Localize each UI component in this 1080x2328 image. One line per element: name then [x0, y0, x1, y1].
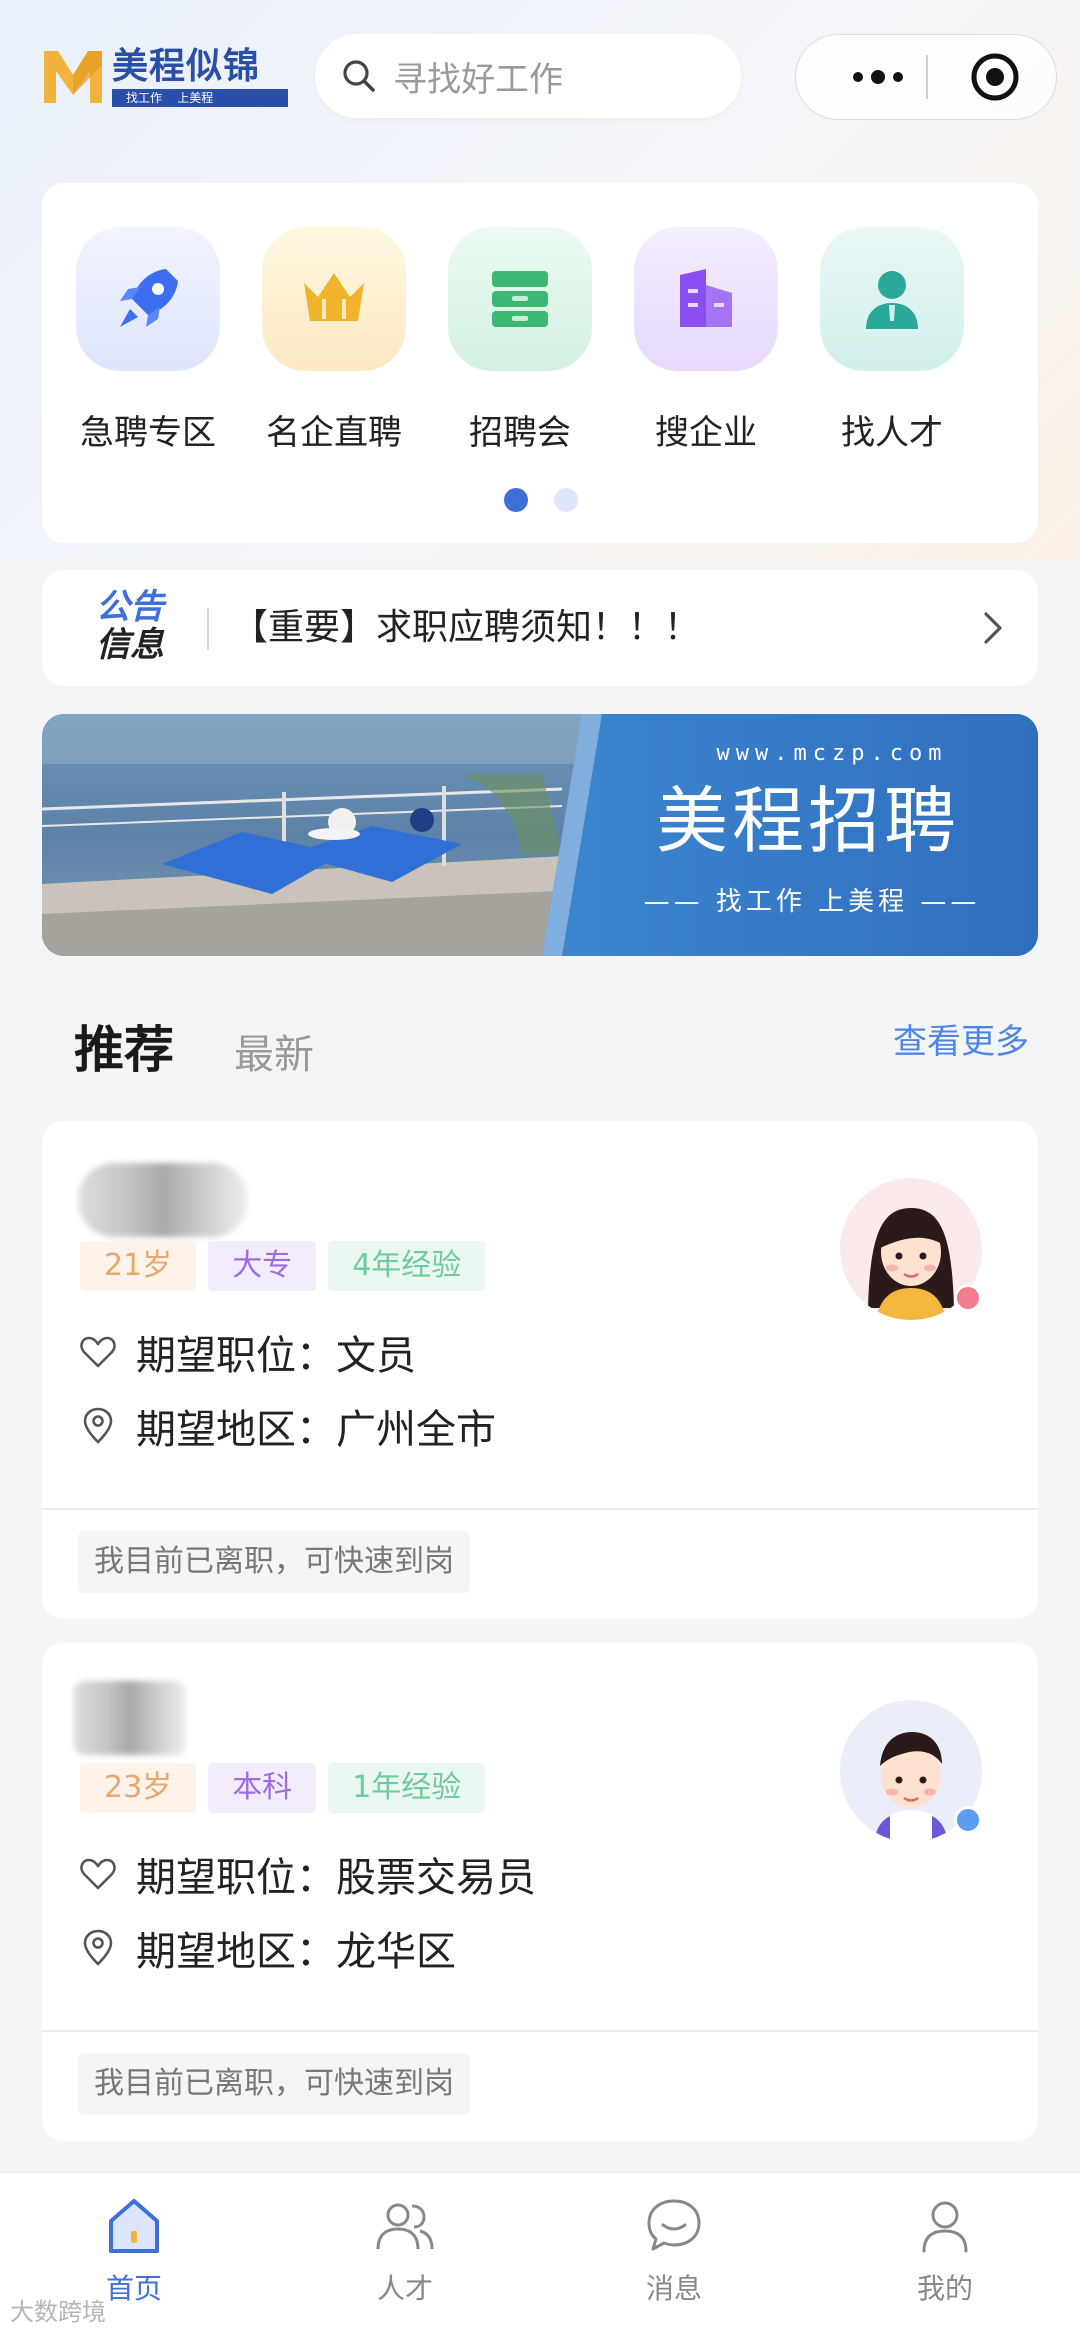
card-divider [42, 1508, 1038, 1510]
promo-banner[interactable]: www.mczp.com 美程招聘 —— 找工作 上美程 —— [42, 714, 1038, 956]
watermark: 大数跨境 [10, 2298, 106, 2326]
category-card: 急聘专区 名企直聘 招聘会 搜企业 找人才 [42, 183, 1038, 543]
region-label: 期望地区： [136, 1929, 336, 1975]
position-label: 期望职位： [136, 1855, 336, 1901]
building-icon [634, 227, 778, 371]
experience-tag: 4年经验 [328, 1241, 486, 1291]
notice-badge: 公告 信息 [96, 588, 180, 668]
category-urgent-hiring[interactable]: 急聘专区 [68, 227, 228, 454]
candidate-name-blurred [78, 1163, 248, 1237]
search-placeholder: 寻找好工作 [393, 59, 563, 100]
crown-icon [262, 227, 406, 371]
candidate-tags: 21岁 大专 4年经验 [80, 1241, 486, 1291]
notice-bar[interactable]: 公告 信息 【重要】求职应聘须知！！！ [42, 570, 1038, 686]
category-label: 招聘会 [469, 413, 571, 453]
logo-title: 美程似锦 [112, 46, 261, 87]
category-search-company[interactable]: 搜企业 [626, 227, 786, 454]
candidate-tags: 23岁 本科 1年经验 [80, 1763, 486, 1813]
talent-card[interactable]: 23岁 本科 1年经验 期望职位： 股票交易员 期望地区： 龙华区 我目前已离职… [42, 1643, 1038, 2141]
position-value: 文员 [336, 1333, 416, 1379]
miniprogram-capsule [795, 34, 1057, 120]
see-more-link[interactable]: 查看更多 [893, 1014, 1029, 1063]
tab-latest[interactable]: 最新 [234, 1022, 314, 1080]
tab-label: 人才 [376, 2272, 433, 2305]
age-tag: 21岁 [80, 1241, 197, 1291]
banner-title: 美程招聘 [656, 779, 960, 863]
region-value: 龙华区 [336, 1929, 456, 1975]
position-label: 期望职位： [136, 1333, 336, 1379]
position-value: 股票交易员 [336, 1855, 536, 1901]
category-label: 急聘专区 [80, 413, 216, 453]
candidate-avatar[interactable] [840, 1178, 982, 1320]
tab-home[interactable]: 首页 [54, 2193, 214, 2307]
heart-icon [80, 1336, 116, 1368]
pager-dot-active[interactable] [504, 488, 528, 512]
tab-label: 我的 [916, 2272, 973, 2305]
drawer-icon [448, 227, 592, 371]
notice-text[interactable]: 【重要】求职应聘须知！！！ [232, 570, 700, 686]
category-find-talent[interactable]: 找人才 [812, 227, 972, 454]
search-bar[interactable]: 寻找好工作 [315, 34, 741, 118]
pager-dot[interactable] [554, 488, 578, 512]
tab-messages[interactable]: 消息 [594, 2193, 754, 2307]
heart-icon [80, 1858, 116, 1890]
talent-card[interactable]: 21岁 大专 4年经验 期望职位： 文员 期望地区： 广州全市 我目前已离职，可… [42, 1121, 1038, 1619]
female-icon [954, 1284, 982, 1312]
availability-status: 我目前已离职，可快速到岗 [78, 2053, 470, 2115]
category-job-fair[interactable]: 招聘会 [440, 227, 600, 454]
expected-region-row: 期望地区： 龙华区 [78, 1919, 456, 1977]
notice-badge-line1: 公告 [96, 587, 164, 627]
location-pin-icon [83, 1407, 113, 1444]
banner-image: www.mczp.com 美程招聘 —— 找工作 上美程 —— [42, 714, 1038, 956]
male-icon [954, 1806, 982, 1834]
category-label: 名企直聘 [266, 413, 402, 453]
capsule-divider [926, 55, 928, 99]
expected-position-row: 期望职位： 股票交易员 [78, 1845, 536, 1903]
message-icon [647, 2199, 701, 2251]
rocket-icon [76, 227, 220, 371]
tab-profile[interactable]: 我的 [865, 2193, 1025, 2307]
category-label: 搜企业 [655, 413, 757, 453]
person-icon [820, 227, 964, 371]
notice-badge-line2: 信息 [96, 625, 164, 665]
profile-icon [922, 2201, 968, 2253]
age-tag: 23岁 [80, 1763, 197, 1813]
tab-recommend[interactable]: 推荐 [74, 1010, 174, 1082]
availability-status: 我目前已离职，可快速到岗 [78, 1531, 470, 1593]
tab-talent[interactable]: 人才 [325, 2193, 485, 2307]
chevron-right-icon[interactable] [972, 608, 1012, 648]
expected-region-row: 期望地区： 广州全市 [78, 1397, 496, 1455]
header: 美程似锦 找工作 上美程 寻找好工作 [0, 0, 1080, 160]
region-value: 广州全市 [336, 1407, 496, 1453]
app-logo: 美程似锦 找工作 上美程 [40, 45, 290, 107]
banner-slogan: —— 找工作 上美程 —— [644, 887, 981, 917]
bottom-tab-bar: 首页 人才 消息 我的 [0, 2172, 1080, 2328]
target-icon[interactable] [961, 35, 1029, 118]
notice-divider [207, 608, 209, 650]
people-icon [376, 2203, 434, 2250]
category-label: 找人才 [841, 413, 943, 453]
more-dots-icon[interactable] [826, 35, 930, 118]
candidate-name-blurred [74, 1681, 186, 1755]
region-label: 期望地区： [136, 1407, 336, 1453]
experience-tag: 1年经验 [328, 1763, 486, 1813]
education-tag: 本科 [208, 1763, 317, 1813]
banner-url: www.mczp.com [717, 741, 948, 766]
education-tag: 大专 [208, 1241, 317, 1291]
tab-label: 消息 [645, 2272, 702, 2305]
logo-mark-icon [44, 51, 102, 103]
location-pin-icon [83, 1929, 113, 1966]
expected-position-row: 期望职位： 文员 [78, 1323, 416, 1381]
category-famous-companies[interactable]: 名企直聘 [254, 227, 414, 454]
search-icon [343, 60, 375, 92]
candidate-avatar[interactable] [840, 1700, 982, 1842]
home-icon [109, 2199, 159, 2253]
card-divider [42, 2030, 1038, 2032]
category-pager [504, 488, 578, 512]
logo-subtitle: 找工作 上美程 [112, 89, 288, 107]
